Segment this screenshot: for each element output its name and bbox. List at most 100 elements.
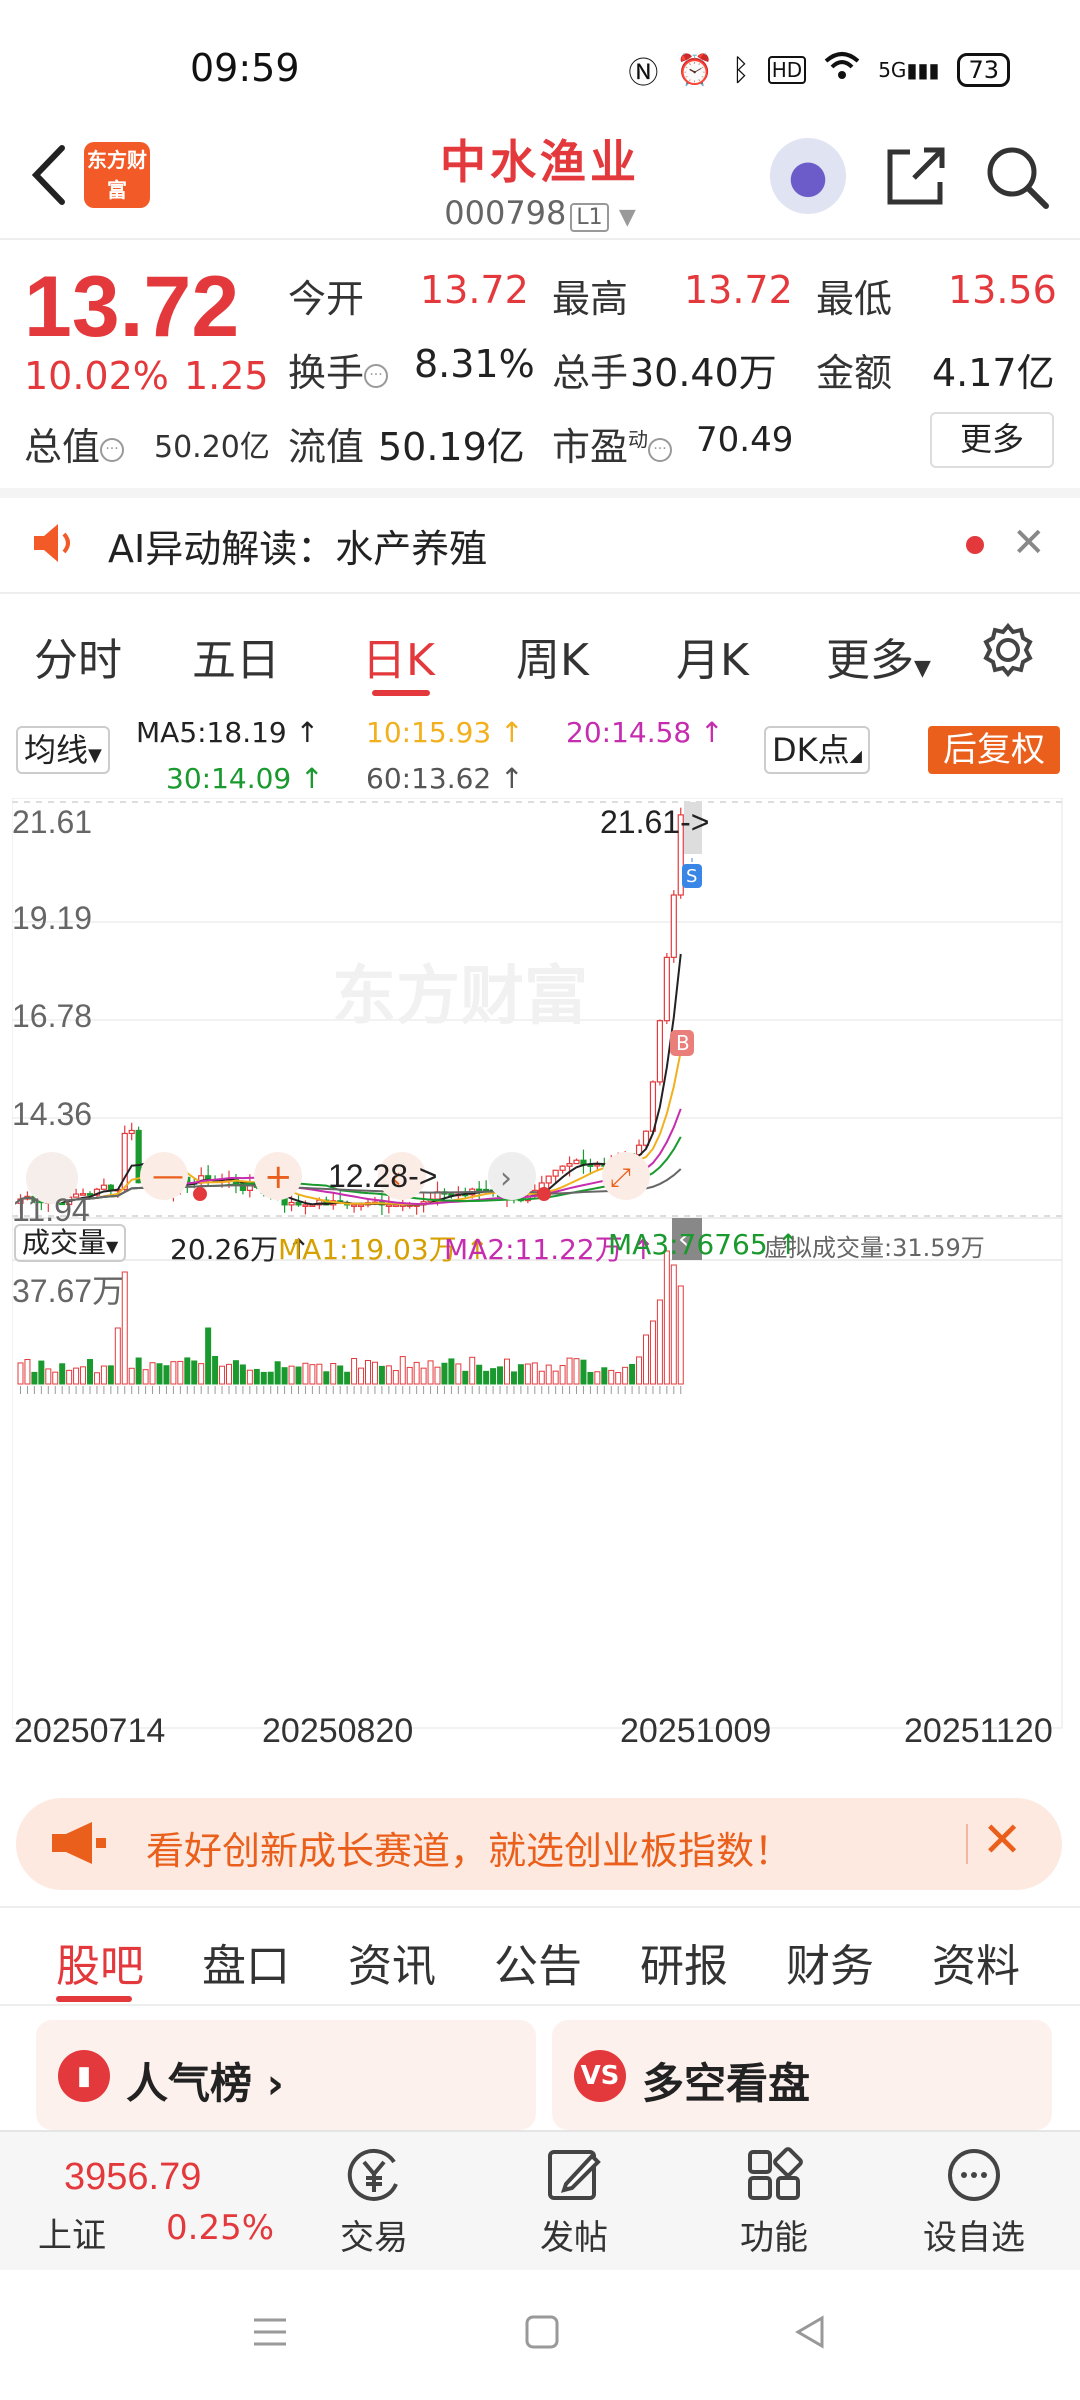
volume-bar	[198, 1363, 205, 1385]
add-watchlist-button[interactable]: 设自选	[904, 2146, 1044, 2259]
tab-profile[interactable]: 资料	[932, 1930, 1020, 1994]
volume-bar	[455, 1363, 462, 1385]
more-button[interactable]: 更多	[930, 412, 1054, 468]
volume-bar	[531, 1362, 538, 1385]
close-icon[interactable]: ✕	[982, 1812, 1022, 1868]
volume-selector[interactable]: 成交量▼	[14, 1224, 127, 1262]
pe-value: 70.49	[696, 420, 794, 460]
tab-news[interactable]: 资讯	[348, 1930, 436, 1994]
home-icon[interactable]	[522, 2312, 562, 2352]
info-icon[interactable]: ···	[100, 437, 125, 462]
volume-bar	[330, 1363, 337, 1385]
stock-code-text: 000798	[444, 194, 567, 232]
buy-marker[interactable]: B	[670, 1030, 694, 1056]
volume-bar	[434, 1366, 441, 1385]
tab-intraday[interactable]: 分时	[34, 624, 122, 688]
app-header: 东方财富 中水渔业 000798 L1 ▼	[0, 120, 1080, 240]
menu-icon[interactable]	[250, 2312, 290, 2352]
back-nav-icon[interactable]	[790, 2312, 830, 2352]
level-tag: L1	[570, 203, 609, 232]
tab-monthly-k[interactable]: 月K	[676, 624, 749, 688]
watermark: 东方财富	[332, 960, 588, 1034]
volume-bar	[358, 1367, 365, 1385]
volume-bar	[663, 1250, 670, 1385]
volume-bar	[38, 1360, 45, 1385]
volume-bar	[302, 1362, 309, 1385]
volume-bar	[316, 1363, 323, 1385]
open-value: 13.72	[420, 268, 529, 312]
tab-five-day[interactable]: 五日	[192, 624, 280, 688]
popularity-card[interactable]: ▮ 人气榜 ›	[36, 2020, 536, 2130]
volume-bar	[232, 1360, 239, 1385]
volume-bar	[128, 1367, 135, 1385]
change-amount: 1.25	[184, 354, 269, 398]
trade-button[interactable]: 交易	[304, 2146, 444, 2259]
volume-bar	[385, 1365, 392, 1385]
grid-icon	[748, 2147, 803, 2200]
info-icon[interactable]: ···	[648, 437, 673, 462]
popularity-label: 人气榜 ›	[126, 2059, 284, 2108]
tab-weekly-k[interactable]: 周K	[516, 624, 589, 688]
chart-icon: ▮	[58, 2050, 110, 2102]
tab-orderbook[interactable]: 盘口	[202, 1930, 290, 1994]
volume-bar	[587, 1371, 594, 1385]
chevron-right-glyph: ›	[500, 1161, 512, 1196]
stock-title-block[interactable]: 中水渔业 000798 L1 ▼	[340, 126, 740, 232]
candle-body	[128, 1129, 135, 1135]
chevron-down-icon: ▼	[618, 205, 636, 230]
volume-bar	[66, 1369, 73, 1385]
volume-bar	[205, 1327, 212, 1385]
volume-bar	[365, 1359, 371, 1385]
volume-value: 30.40万	[630, 351, 777, 395]
gear-icon[interactable]	[980, 622, 1036, 678]
candle-body	[476, 1188, 483, 1192]
candle-body	[302, 1204, 309, 1207]
candle-body	[566, 1163, 573, 1167]
volume-bar	[267, 1371, 274, 1385]
add-watchlist-label: 设自选	[923, 2218, 1025, 2258]
volume-bar	[31, 1371, 38, 1385]
share-icon[interactable]	[880, 142, 950, 212]
dk-point-button[interactable]: DK点◢	[764, 726, 870, 774]
event-dot[interactable]	[193, 1187, 207, 1201]
tab-announcements[interactable]: 公告	[494, 1930, 582, 1994]
promo-banner[interactable]: 看好创新成长赛道，就选创业板指数！ ✕	[16, 1798, 1062, 1890]
ai-assistant-icon[interactable]	[770, 138, 846, 214]
tab-more[interactable]: 更多▼	[826, 624, 931, 688]
volume-bar	[677, 1285, 684, 1385]
sell-marker[interactable]: S	[682, 864, 702, 888]
chevron-right-icon[interactable]	[488, 1152, 536, 1200]
tab-research[interactable]: 研报	[640, 1930, 728, 1994]
date-label: 20250714	[14, 1712, 166, 1750]
divider	[0, 238, 1080, 240]
volume-bar	[191, 1360, 198, 1385]
volume-bar	[281, 1367, 288, 1385]
active-tab-indicator	[56, 1996, 132, 2002]
market-cap-value: 50.20亿	[154, 430, 270, 465]
candle-body	[295, 1201, 302, 1206]
post-button[interactable]: 发帖	[504, 2146, 644, 2259]
tab-daily-k[interactable]: 日K	[362, 624, 435, 688]
volume-bar	[538, 1370, 545, 1385]
alarm-icon: ⏰	[676, 52, 714, 88]
adjustment-button[interactable]: 后复权	[928, 726, 1060, 774]
event-dot[interactable]	[537, 1187, 551, 1201]
info-icon[interactable]: ···	[364, 363, 389, 388]
close-icon[interactable]: ✕	[1012, 520, 1046, 566]
chevron-down-icon: ▼	[88, 745, 102, 766]
kline-svg: 东方财富 — + ‹ › ⤢ B S ‹	[11, 797, 1063, 1729]
pe-label: 市盈动 ···	[552, 416, 673, 471]
ma5-value: MA5:18.19 ↑	[136, 716, 320, 749]
kline-chart[interactable]: 东方财富 — + ‹ › ⤢ B S ‹ 21.61 19.19 16.78 1…	[11, 797, 1068, 1788]
tab-finance[interactable]: 财务	[786, 1930, 874, 1994]
candle-body	[545, 1175, 552, 1184]
back-icon[interactable]	[22, 140, 82, 210]
ai-insight-bar[interactable]: AI异动解读：水产养殖 ✕	[0, 498, 1080, 588]
date-label: 20251120	[904, 1712, 1053, 1750]
tab-forum[interactable]: 股吧	[56, 1930, 144, 1994]
search-icon[interactable]	[982, 142, 1052, 212]
indicator-selector[interactable]: 均线▼	[16, 726, 110, 774]
features-button[interactable]: 功能	[704, 2146, 844, 2259]
bull-bear-card[interactable]: VS 多空看盘	[552, 2020, 1052, 2130]
candle-body	[573, 1159, 580, 1165]
